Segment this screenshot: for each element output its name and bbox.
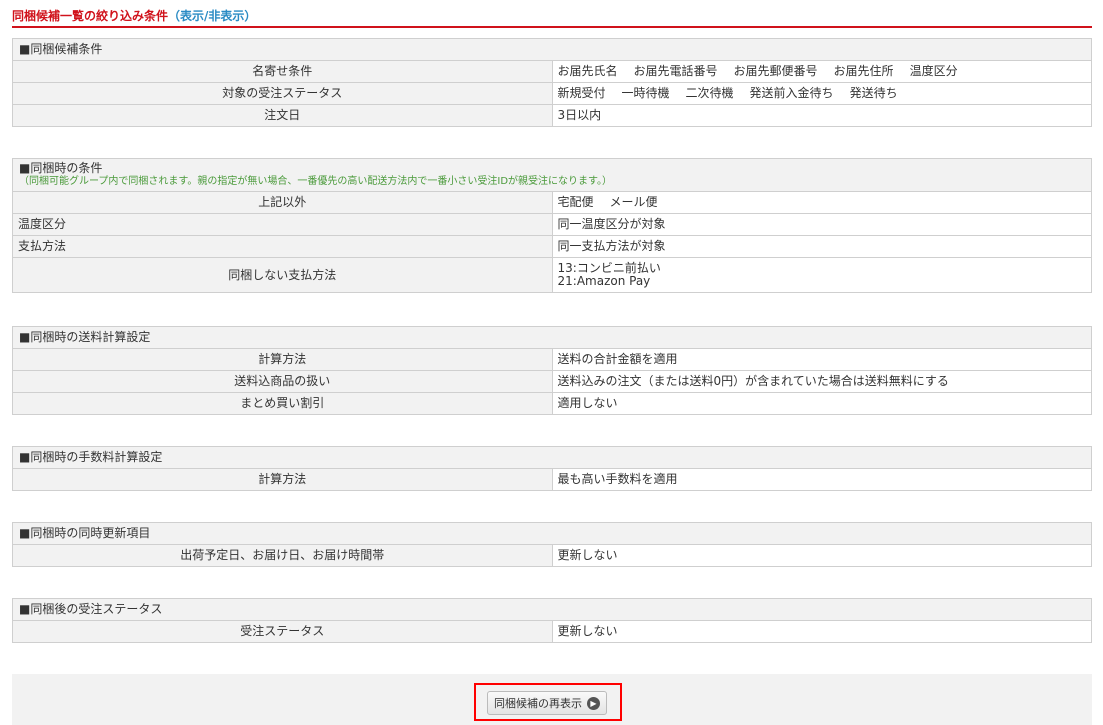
section-header-row: ■同梱後の受注ステータス [12,598,1092,621]
section-header: ■同梱時の同時更新項目 [12,522,1092,545]
table-row: まとめ買い割引 適用しない [12,392,1092,415]
page-title: 同梱候補一覧の絞り込み条件（表示/非表示） [12,7,256,24]
table-row: 出荷予定日、お届け日、お届け時間帯 更新しない [12,544,1092,567]
row-label: 対象の受注ステータス [12,82,553,105]
redisplay-candidates-button[interactable]: 同梱候補の再表示 ▶ [487,691,607,715]
value-item: 更新しない [557,624,618,638]
paren-close: ） [244,9,257,23]
section-table: ■同梱後の受注ステータス受注ステータス 更新しない [12,598,1092,643]
row-value: 3日以内 [551,104,1092,127]
section-header: ■同梱時の送料計算設定 [12,326,1092,349]
section-table: ■同梱時の条件 （同梱可能グループ内で同梱されます。親の指定が無い場合、一番優先の… [12,158,1092,293]
value-item: 同一支払方法が対象 [557,239,666,253]
value-item: お届先氏名 [557,64,618,78]
value-item: 温度区分 [909,64,958,78]
row-label: 受注ステータス [12,620,553,643]
value-item: 一時待機 [621,86,670,100]
section-table: ■同梱時の手数料計算設定計算方法 最も高い手数料を適用 [12,446,1092,491]
table-row: 対象の受注ステータス 新規受付 一時待機 二次待機 発送前入金待ち 発送待ち [12,82,1092,105]
row-value: 新規受付 一時待機 二次待機 発送前入金待ち 発送待ち [551,82,1092,105]
section-table: ■同梱時の送料計算設定 計算方法 送料の合計金額を適用 送料込商品の扱い 送料込みの注文… [12,326,1092,415]
row-label: 温度区分 [12,213,553,236]
value-item: お届先住所 [833,64,894,78]
value-item: 発送前入金待ち [749,86,834,100]
value-item: 宅配便 [557,195,594,209]
section-header: ■同梱時の手数料計算設定 [12,446,1092,469]
value-item: 更新しない [557,548,618,562]
section-table: ■同梱時の同時更新項目出荷予定日、お届け日、お届け時間帯 更新しない [12,522,1092,567]
section-header-row: ■同梱時の条件 （同梱可能グループ内で同梱されます。親の指定が無い場合、一番優先の… [12,158,1092,192]
paren-open: （ [168,9,181,23]
value-item: 21:Amazon Pay [557,274,651,288]
section-header: ■同梱候補条件 [12,38,1092,61]
section-table: ■同梱候補条件名寄せ条件 お届先氏名 お届先電話番号 お届先郵便番号 お届先住所 温度区分… [12,38,1092,127]
value-item: 最も高い手数料を適用 [557,472,678,486]
table-row: 名寄せ条件 お届先氏名 お届先電話番号 お届先郵便番号 お届先住所 温度区分 [12,60,1092,83]
row-label: 注文日 [12,104,553,127]
table-row: 送料込商品の扱い 送料込みの注文（または送料0円）が含まれていた場合は送料無料にす… [12,370,1092,393]
table-row: 支払方法 同一支払方法が対象 [12,235,1092,258]
value-item: 二次待機 [685,86,734,100]
section-header-row: ■同梱時の同時更新項目 [12,522,1092,545]
section-title: ■同梱時の同時更新項目 [19,526,151,540]
table-row: 上記以外 宅配便 メール便 [12,191,1092,214]
table-row: 計算方法 送料の合計金額を適用 [12,348,1092,371]
section-header-row: ■同梱時の手数料計算設定 [12,446,1092,469]
row-label: 出荷予定日、お届け日、お届け時間帯 [12,544,553,567]
row-value: 同一支払方法が対象 [551,235,1092,258]
value-item: 送料込みの注文（または送料0円）が含まれていた場合は送料無料にする [557,374,949,388]
row-value: 送料込みの注文（または送料0円）が含まれていた場合は送料無料にする [551,370,1092,393]
redisplay-label: 同梱候補の再表示 [494,697,582,710]
value-item: メール便 [609,195,658,209]
value-item: 発送待ち [849,86,898,100]
section-title: ■同梱時の条件 [19,161,103,175]
table-row: 受注ステータス 更新しない [12,620,1092,643]
row-value: 更新しない [551,620,1092,643]
value-item: 送料の合計金額を適用 [557,352,678,366]
row-value: 宅配便 メール便 [551,191,1092,214]
row-label: 上記以外 [12,191,553,214]
table-row: 計算方法 最も高い手数料を適用 [12,468,1092,491]
row-label: まとめ買い割引 [12,392,553,415]
row-value: 最も高い手数料を適用 [551,468,1092,491]
row-value: 適用しない [551,392,1092,415]
table-row: 注文日 3日以内 [12,104,1092,127]
section-note: （同梱可能グループ内で同梱されます。親の指定が無い場合、一番優先の高い配送方法内… [19,176,613,187]
section-title: ■同梱後の受注ステータス [19,602,163,616]
row-value: 同一温度区分が対象 [551,213,1092,236]
section-title: ■同梱時の手数料計算設定 [19,450,163,464]
table-row: 温度区分 同一温度区分が対象 [12,213,1092,236]
row-label: 同梱しない支払方法 [12,257,553,293]
value-item: 適用しない [557,396,618,410]
arrow-right-icon: ▶ [587,696,600,710]
row-label: 計算方法 [12,348,553,371]
section-header: ■同梱後の受注ステータス [12,598,1092,621]
section-header-row: ■同梱時の送料計算設定 [12,326,1092,349]
value-item: 新規受付 [557,86,606,100]
title-divider [12,26,1092,28]
row-label: 名寄せ条件 [12,60,553,83]
row-value: お届先氏名 お届先電話番号 お届先郵便番号 お届先住所 温度区分 [551,60,1092,83]
section-header-row: ■同梱候補条件 [12,38,1092,61]
toggle-visibility-link[interactable]: 表示/非表示 [180,9,244,23]
value-item: 同一温度区分が対象 [557,217,666,231]
row-value: 13:コンビニ前払い 21:Amazon Pay [551,257,1092,293]
section-header: ■同梱時の条件 （同梱可能グループ内で同梱されます。親の指定が無い場合、一番優先の… [12,158,1092,192]
section-title: ■同梱候補条件 [19,42,103,56]
title-text: 同梱候補一覧の絞り込み条件 [12,9,169,23]
value-item: 3日以内 [557,108,602,122]
table-row: 同梱しない支払方法 13:コンビニ前払い 21:Amazon Pay [12,257,1092,293]
value-item: お届先郵便番号 [733,64,818,78]
row-value: 送料の合計金額を適用 [551,348,1092,371]
row-label: 支払方法 [12,235,553,258]
row-label: 計算方法 [12,468,553,491]
section-title: ■同梱時の送料計算設定 [19,330,151,344]
row-label: 送料込商品の扱い [12,370,553,393]
row-value: 更新しない [551,544,1092,567]
value-item: お届先電話番号 [633,64,718,78]
